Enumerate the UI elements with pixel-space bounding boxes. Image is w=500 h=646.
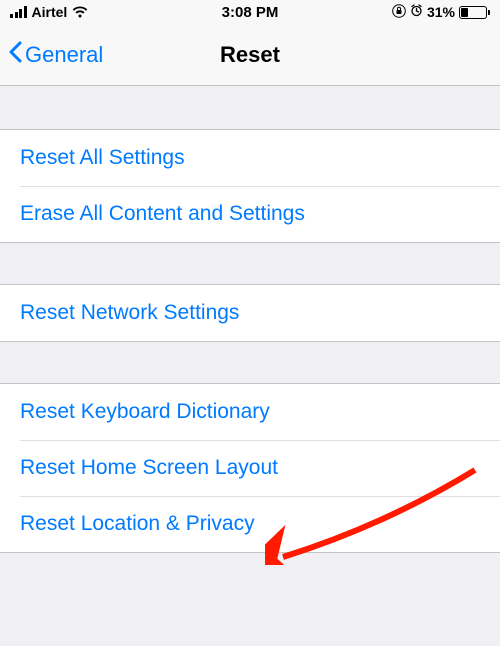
orientation-lock-icon [392, 4, 406, 21]
list-item-label: Reset Keyboard Dictionary [20, 400, 270, 423]
erase-all-content[interactable]: Erase All Content and Settings [0, 186, 500, 242]
reset-home-screen-layout[interactable]: Reset Home Screen Layout [0, 440, 500, 496]
list-item-label: Reset Home Screen Layout [20, 456, 278, 479]
carrier-label: Airtel [32, 4, 68, 20]
battery-percent: 31% [427, 4, 455, 20]
list-item-label: Reset Network Settings [20, 301, 239, 324]
alarm-icon [410, 4, 423, 20]
list-group-3: Reset Keyboard Dictionary Reset Home Scr… [0, 383, 500, 553]
battery-icon [459, 6, 490, 19]
reset-keyboard-dictionary[interactable]: Reset Keyboard Dictionary [0, 384, 500, 440]
list-item-label: Reset Location & Privacy [20, 512, 255, 535]
back-button[interactable]: General [8, 41, 103, 69]
back-label: General [25, 42, 103, 68]
status-left: Airtel [10, 4, 88, 20]
reset-all-settings[interactable]: Reset All Settings [0, 130, 500, 186]
list-item-label: Reset All Settings [20, 146, 185, 169]
list-group-2: Reset Network Settings [0, 284, 500, 342]
list-item-label: Erase All Content and Settings [20, 202, 305, 225]
reset-network-settings[interactable]: Reset Network Settings [0, 285, 500, 341]
nav-bar: General Reset [0, 24, 500, 86]
signal-icon [10, 6, 27, 18]
wifi-icon [72, 6, 88, 18]
page-title: Reset [220, 42, 280, 68]
chevron-left-icon [8, 41, 22, 69]
status-bar: Airtel 3:08 PM 31% [0, 0, 500, 24]
status-time: 3:08 PM [222, 4, 279, 21]
status-right: 31% [392, 4, 490, 21]
list-group-1: Reset All Settings Erase All Content and… [0, 129, 500, 243]
reset-location-privacy[interactable]: Reset Location & Privacy [0, 496, 500, 552]
